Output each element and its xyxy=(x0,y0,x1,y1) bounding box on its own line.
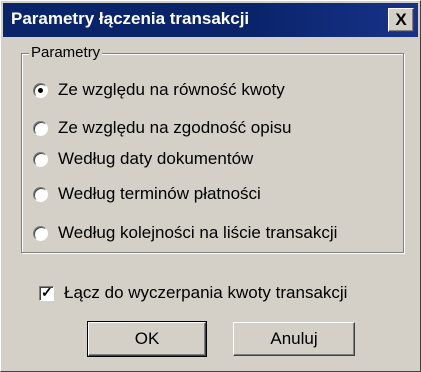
radio-button-icon[interactable] xyxy=(33,151,48,167)
radio-option-list-order[interactable]: Według kolejności na liście transakcji xyxy=(33,223,337,243)
title-bar[interactable]: Parametry łączenia transakcji X xyxy=(3,3,418,37)
radio-label: Według daty dokumentów xyxy=(58,149,254,168)
checkbox[interactable]: ✓ xyxy=(39,283,54,301)
radio-button-icon[interactable] xyxy=(33,225,48,241)
groupbox-legend: Parametry xyxy=(29,44,103,61)
radio-button-icon[interactable] xyxy=(33,82,48,98)
close-button[interactable]: X xyxy=(388,8,414,32)
radio-label: Według kolejności na liście transakcji xyxy=(58,223,338,242)
radio-label: Ze względu na zgodność opisu xyxy=(58,118,292,137)
checkbox-label: Łącz do wyczerpania kwoty transakcji xyxy=(64,283,348,302)
radio-button-icon[interactable] xyxy=(33,186,48,202)
radio-label: Ze względu na równość kwoty xyxy=(58,80,285,99)
combine-until-exhausted-checkbox-row[interactable]: ✓ Łącz do wyczerpania kwoty transakcji xyxy=(39,283,347,303)
radio-button-icon[interactable] xyxy=(33,120,48,136)
radio-option-payment-terms[interactable]: Według terminów płatności xyxy=(33,184,261,204)
ok-button[interactable]: OK xyxy=(87,321,207,357)
close-icon: X xyxy=(395,10,407,29)
dialog-window: Parametry łączenia transakcji X Parametr… xyxy=(0,0,421,372)
radio-label: Według terminów płatności xyxy=(58,184,261,203)
window-title: Parametry łączenia transakcji xyxy=(11,9,250,28)
radio-option-description[interactable]: Ze względu na zgodność opisu xyxy=(33,118,291,138)
radio-option-document-date[interactable]: Według daty dokumentów xyxy=(33,149,253,169)
radio-option-amount[interactable]: Ze względu na równość kwoty xyxy=(33,80,285,100)
checkmark-icon: ✓ xyxy=(41,283,53,300)
cancel-button[interactable]: Anuluj xyxy=(233,322,355,356)
radio-selected-dot xyxy=(38,87,43,93)
